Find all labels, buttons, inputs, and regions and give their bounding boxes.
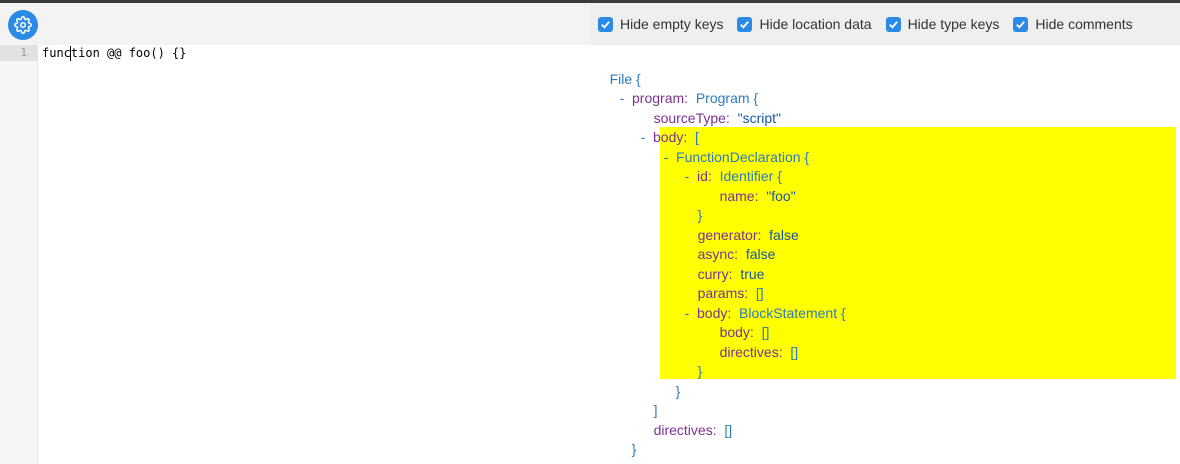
brace: } (631, 441, 637, 457)
tree-row-file[interactable]: File { (594, 50, 641, 87)
hide-location-data-label: Hide location data (759, 16, 872, 32)
tree-row-body-close: ] (638, 382, 658, 418)
brace: } (610, 461, 615, 464)
collapse-toggle[interactable]: - (685, 305, 690, 321)
hide-type-keys-label: Hide type keys (907, 16, 1000, 32)
tree-row-id[interactable]: - id: Identifier { (669, 148, 782, 184)
node-key: directives: (653, 421, 717, 438)
brace: { (804, 148, 810, 165)
node-value: "foo" (766, 187, 796, 204)
active-line-marker (0, 45, 38, 61)
tree-row-name[interactable]: name: "foo" (704, 167, 796, 204)
line-number-gutter: 1 (0, 45, 38, 464)
tree-row-block-body[interactable]: body: [] (704, 304, 770, 340)
check-icon (888, 20, 898, 29)
code-editor[interactable]: 1 function @@ foo() {} (0, 45, 590, 464)
tree-row-functiondeclaration[interactable]: - FunctionDeclaration { (648, 128, 810, 165)
hide-comments-checkbox[interactable] (1013, 16, 1029, 32)
tree-row-id-close: } (682, 187, 703, 223)
hide-empty-keys-checkbox[interactable] (598, 16, 613, 32)
hide-comments-label: Hide comments (1035, 16, 1133, 32)
check-icon (1016, 20, 1026, 29)
code-line[interactable]: function @@ foo() {} (42, 45, 187, 61)
tree-row-block-close: } (682, 343, 703, 379)
text-cursor (70, 46, 71, 61)
ast-tree-view: File { - program: Program { sourceType: … (590, 45, 1180, 464)
line-number: 1 (20, 46, 27, 59)
collapse-toggle[interactable]: - (620, 90, 625, 106)
node-key: name: (719, 187, 759, 204)
hide-location-data-checkbox[interactable] (737, 16, 753, 32)
brace: { (841, 304, 846, 321)
hide-type-keys-checkbox[interactable] (885, 16, 901, 32)
tree-row-program[interactable]: - program: Program { (604, 70, 759, 106)
tree-row-sourcetype[interactable]: sourceType: "script" (638, 89, 781, 126)
tree-row-params[interactable]: params: [] (682, 265, 764, 301)
tree-row-blockstatement[interactable]: - body: BlockStatement { (669, 284, 846, 321)
node-key: directives: (719, 343, 783, 360)
hide-type-keys-option[interactable]: Hide type keys (885, 16, 1000, 32)
collapse-toggle[interactable]: - (685, 168, 690, 184)
collapse-toggle[interactable]: - (641, 129, 646, 145)
collapse-toggle[interactable]: - (664, 149, 669, 165)
editor-toolbar (0, 3, 590, 45)
ast-options-toolbar: Hide empty keys Hide location data Hide … (590, 3, 1180, 45)
hide-comments-option[interactable]: Hide comments (1013, 16, 1133, 32)
node-value: [] (790, 343, 799, 360)
check-icon (740, 20, 750, 29)
settings-button[interactable] (8, 10, 38, 40)
node-value: "script" (737, 109, 781, 126)
hide-location-data-option[interactable]: Hide location data (737, 16, 872, 32)
node-value: [] (724, 421, 733, 438)
tree-row-file-close: } (594, 440, 615, 464)
tree-row-block-directives[interactable]: directives: [] (704, 323, 799, 360)
tree-row-func-close: } (660, 362, 681, 399)
gear-icon (14, 16, 32, 34)
tree-row-program-close: } (616, 421, 637, 457)
tree-row-curry[interactable]: curry: true (682, 245, 765, 282)
check-icon (601, 20, 610, 29)
tree-row-async[interactable]: async: false (682, 226, 776, 262)
brace: } (675, 382, 681, 399)
hide-empty-keys-option[interactable]: Hide empty keys (598, 16, 723, 32)
tree-row-generator[interactable]: generator: false (682, 206, 799, 243)
brace: } (697, 363, 703, 379)
tree-row-program-directives[interactable]: directives: [] (638, 401, 733, 438)
hide-empty-keys-label: Hide empty keys (620, 16, 724, 32)
tree-row-body[interactable]: - body: [ (625, 109, 699, 145)
